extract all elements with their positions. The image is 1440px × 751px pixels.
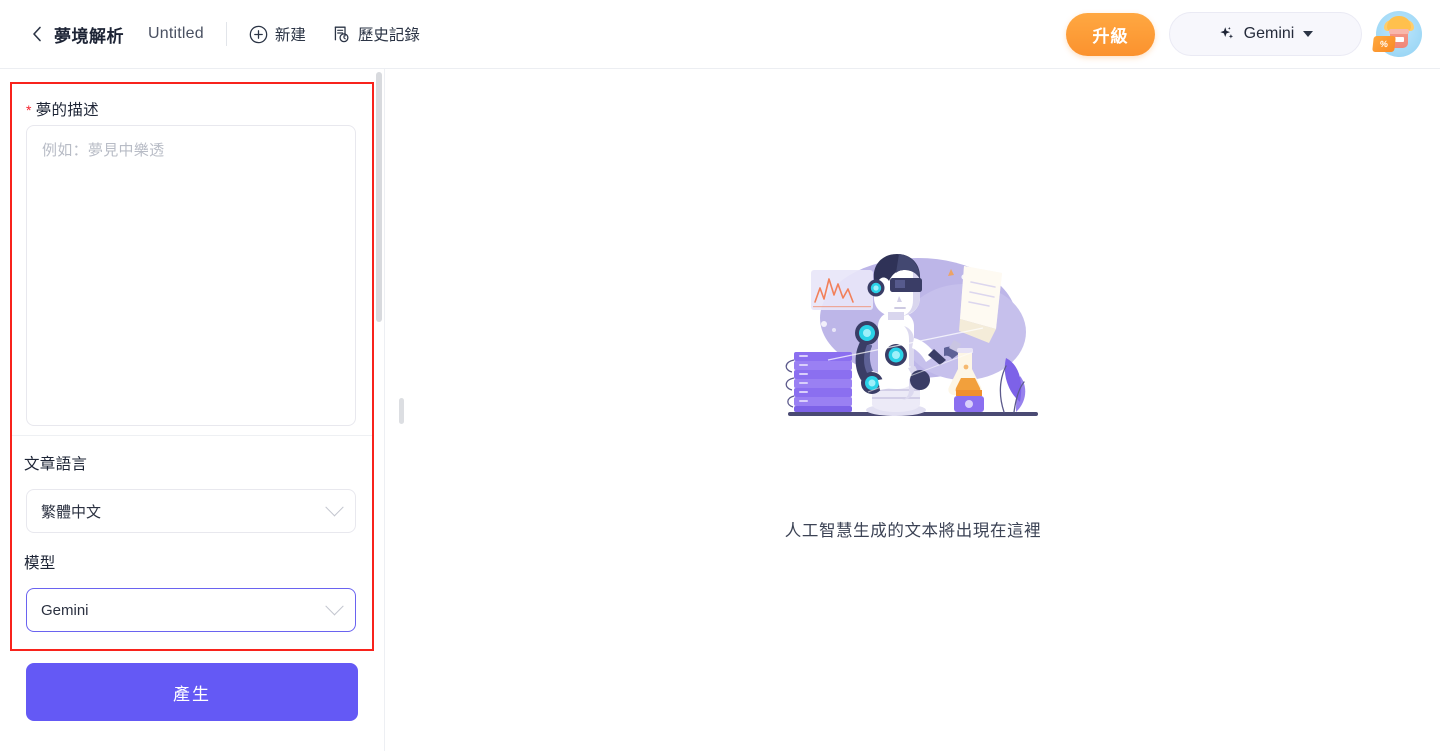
new-document-button[interactable]: 新建 (249, 23, 306, 45)
history-label: 歷史記錄 (357, 27, 420, 44)
language-label: 文章語言 (24, 456, 88, 473)
model-label: 模型 (24, 555, 56, 572)
panel-divider (12, 435, 372, 436)
empty-state-text: 人工智慧生成的文本將出現在這裡 (784, 521, 1042, 540)
header-left-group: 夢境解析 Untitled 新建 歷史記錄 (0, 22, 446, 47)
new-document-label: 新建 (274, 27, 306, 44)
form-panel-scrollbar[interactable] (376, 72, 382, 748)
back-chevron-icon[interactable] (28, 25, 46, 43)
history-button[interactable]: 歷史記錄 (332, 23, 420, 45)
header-right-group: 升級 Gemini % (1066, 11, 1440, 57)
chevron-down-icon (1303, 31, 1314, 37)
generate-button[interactable]: 產生 (26, 663, 358, 721)
avatar-headband (1389, 29, 1409, 34)
discount-badge: % (1372, 36, 1396, 52)
model-selector-label: Gemini (1243, 25, 1295, 42)
upgrade-button[interactable]: 升級 (1066, 12, 1155, 56)
avatar-mouth (1395, 37, 1404, 42)
app-title: 夢境解析 (54, 26, 124, 46)
required-asterisk: * (26, 102, 32, 118)
model-select-value: Gemini (41, 601, 89, 619)
app-header: 夢境解析 Untitled 新建 歷史記錄 升級 Gemini % (0, 0, 1440, 69)
language-select[interactable]: 繁體中文 (26, 489, 356, 533)
panel-resize-handle[interactable] (399, 398, 404, 424)
language-select-value: 繁體中文 (41, 503, 102, 521)
plus-circle-icon (249, 25, 268, 44)
robot-reading-illustration (768, 240, 1058, 445)
avatar[interactable]: % (1372, 11, 1422, 57)
chevron-down-icon (325, 596, 344, 615)
description-label: * 夢的描述 (26, 98, 99, 120)
document-title[interactable]: Untitled (148, 25, 204, 43)
output-panel: 人工智慧生成的文本將出現在這裡 (386, 69, 1440, 751)
header-divider (225, 22, 227, 46)
model-selector-button[interactable]: Gemini (1169, 12, 1362, 56)
model-select[interactable]: Gemini (26, 588, 356, 632)
sparkle-icon (1218, 25, 1237, 44)
history-clock-icon (332, 25, 351, 44)
chevron-down-icon (325, 497, 344, 516)
form-panel: *夢的描述 文章語言 繁體中文 模型 Gemini 產生 (0, 69, 385, 751)
scrollbar-thumb[interactable] (376, 72, 382, 322)
description-label-text: 夢的描述 (35, 102, 99, 119)
dream-description-input[interactable] (26, 125, 356, 426)
